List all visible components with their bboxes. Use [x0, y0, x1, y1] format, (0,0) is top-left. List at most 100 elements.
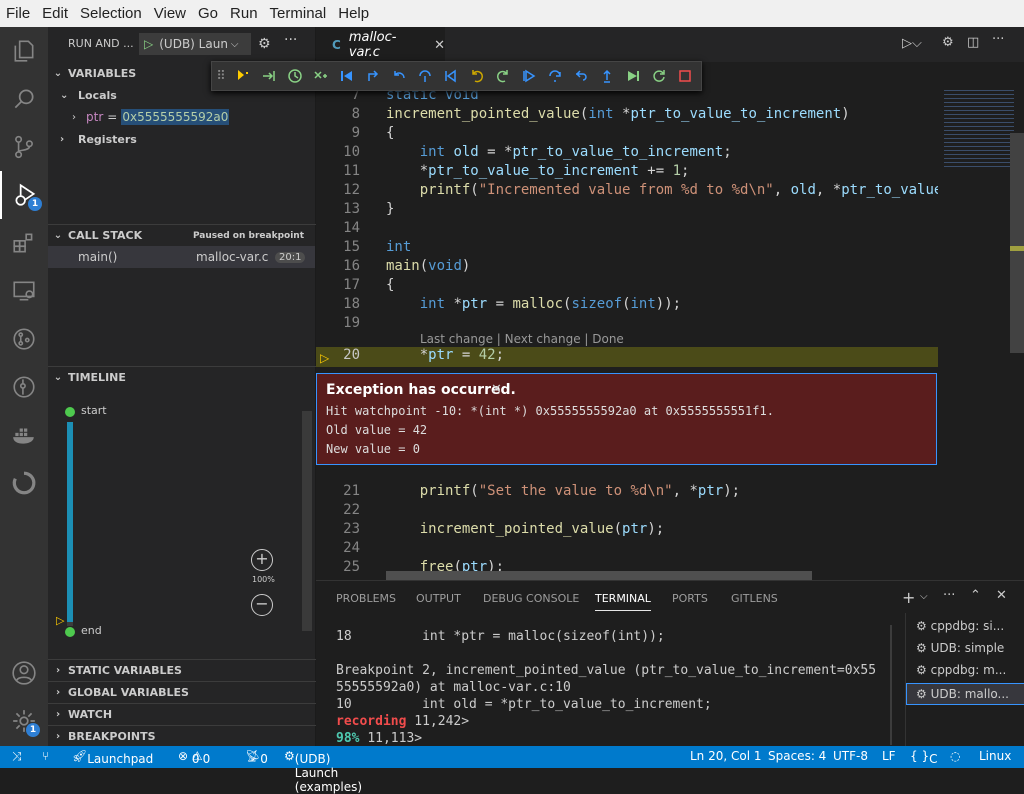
redo-icon[interactable]	[490, 63, 516, 89]
menu-view[interactable]: View	[148, 5, 192, 22]
run-debug-file-icon[interactable]: ▷⌵	[902, 36, 922, 51]
terminal-item-active[interactable]: ⚙ UDB: mallo...	[906, 683, 1024, 705]
terminal-item[interactable]: ⚙ cppdbg: m...	[916, 663, 1006, 677]
reverse-step-over-icon[interactable]	[386, 63, 412, 89]
remote-explorer-icon[interactable]	[0, 267, 48, 315]
timeline-track[interactable]	[67, 422, 73, 626]
close-icon[interactable]: ✕	[996, 588, 1007, 603]
step-over-icon[interactable]	[542, 63, 568, 89]
pull-requests-icon[interactable]	[0, 315, 48, 363]
close-icon[interactable]: ✕	[491, 382, 502, 397]
variable-ptr[interactable]: › ptr = 0x5555555592a0	[72, 106, 230, 128]
debug-toolbar[interactable]: ⠿	[211, 61, 702, 91]
cursor-position[interactable]: Ln 20, Col 1	[690, 749, 762, 763]
tab-terminal[interactable]: TERMINAL	[595, 592, 651, 611]
undo-icon[interactable]	[464, 63, 490, 89]
zoom-out-icon[interactable]: −	[251, 594, 273, 616]
platform[interactable]: Linux	[979, 749, 1011, 763]
menu-file[interactable]: File	[0, 5, 36, 22]
registers-scope[interactable]: › Registers	[60, 128, 137, 150]
menu-terminal[interactable]: Terminal	[264, 5, 333, 22]
sync-icon[interactable]: ◌	[950, 749, 960, 763]
new-terminal-icon[interactable]: +	[902, 588, 915, 607]
tab-debug-console[interactable]: DEBUG CONSOLE	[483, 592, 579, 605]
remote-indicator-icon[interactable]: ⤨	[12, 749, 22, 764]
zoom-in-icon[interactable]: +	[251, 549, 273, 571]
menu-go[interactable]: Go	[192, 5, 224, 22]
launchpad-item[interactable]: 🚀︎ Launchpad	[72, 749, 153, 766]
codelens-changes[interactable]: Last change | Next change | Done	[420, 332, 624, 346]
locals-scope[interactable]: ⌄ Locals	[60, 84, 117, 106]
reverse-step-into-icon[interactable]	[412, 63, 438, 89]
editor-vertical-scrollbar[interactable]	[1010, 133, 1024, 353]
stop-icon[interactable]	[672, 63, 698, 89]
accounts-icon[interactable]	[0, 649, 48, 697]
editor-horizontal-scrollbar[interactable]	[386, 571, 812, 580]
terminal-prompt-progress[interactable]: 98% 11,113>	[336, 731, 422, 746]
tab-malloc-var[interactable]: C malloc-var.c ✕	[316, 27, 445, 62]
split-editor-icon[interactable]: ◫	[967, 35, 979, 50]
reverse-to-start-icon[interactable]	[334, 63, 360, 89]
terminal-scrollbar[interactable]	[890, 625, 892, 745]
timeline-view[interactable]: start ▷ end + 100% −	[48, 389, 316, 647]
language-mode[interactable]: { } C	[910, 749, 937, 766]
minimap[interactable]	[938, 83, 1024, 580]
terminal-prompt-recording[interactable]: recording 11,242>	[336, 714, 469, 729]
terminal-item[interactable]: ⚙ cppdbg: si...	[916, 619, 1004, 633]
global-variables-header[interactable]: › GLOBAL VARIABLES	[48, 681, 316, 703]
extensions-icon[interactable]	[0, 219, 48, 267]
breakpoints-header[interactable]: › BREAKPOINTS	[48, 725, 316, 747]
tab-output[interactable]: OUTPUT	[416, 592, 461, 605]
code-editor[interactable]: 7 static void 8 increment_pointed_value(int…	[316, 83, 938, 580]
watch-header[interactable]: › WATCH	[48, 703, 316, 725]
call-stack-section-header[interactable]: ⌄ CALL STACK Paused on breakpoint	[48, 224, 316, 246]
tab-gitlens[interactable]: GITLENS	[731, 592, 778, 605]
gitlens-icon[interactable]	[0, 363, 48, 411]
explorer-icon[interactable]	[0, 27, 48, 75]
restart-icon[interactable]	[646, 63, 672, 89]
docker-icon[interactable]	[0, 411, 48, 459]
tab-ports[interactable]: PORTS	[672, 592, 708, 605]
encoding[interactable]: UTF-8	[833, 749, 868, 763]
go-to-last-change-icon[interactable]	[230, 63, 256, 89]
step-into-icon[interactable]	[568, 63, 594, 89]
indentation[interactable]: Spaces: 4	[768, 749, 826, 763]
ports-indicator[interactable]: 📡︎ 0	[245, 749, 268, 766]
terminal-item[interactable]: ⚙ UDB: simple	[916, 641, 1004, 655]
static-variables-header[interactable]: › STATIC VARIABLES	[48, 659, 316, 681]
timeline-section-header[interactable]: ⌄ TIMELINE	[48, 366, 316, 388]
menu-run[interactable]: Run	[224, 5, 264, 22]
step-out-icon[interactable]	[594, 63, 620, 89]
tab-problems[interactable]: PROBLEMS	[336, 592, 396, 605]
run-debug-icon[interactable]: 1	[0, 171, 48, 219]
step-forward-icon[interactable]	[256, 63, 282, 89]
chevron-down-icon[interactable]: ⌵	[920, 591, 928, 602]
call-stack-frame-main[interactable]: main() malloc-var.c 20:1	[48, 246, 315, 268]
problems-indicator[interactable]: ⊗ 0 ⚠ 0	[178, 749, 210, 766]
close-icon[interactable]: ✕	[434, 38, 445, 53]
more-actions-icon[interactable]: ···	[284, 32, 297, 48]
history-icon[interactable]	[282, 63, 308, 89]
undo-timeline-icon[interactable]	[0, 459, 48, 507]
more-actions-icon[interactable]: ···	[992, 32, 1004, 47]
menu-edit[interactable]: Edit	[36, 5, 74, 22]
menu-help[interactable]: Help	[332, 5, 375, 22]
continue-icon[interactable]	[516, 63, 542, 89]
source-control-icon[interactable]	[0, 123, 48, 171]
launch-config-dropdown[interactable]: ▷ (UDB) Laun ⌵	[139, 33, 251, 55]
more-actions-icon[interactable]: ···	[943, 588, 955, 603]
menu-selection[interactable]: Selection	[74, 5, 148, 22]
end-of-line[interactable]: LF	[882, 749, 896, 763]
step-out-of-icon[interactable]	[308, 63, 334, 89]
debug-launch-indicator[interactable]: ⚙ (UDB) Launch (examples)	[284, 749, 362, 794]
source-control-icon[interactable]: ⑂	[42, 749, 49, 763]
search-icon[interactable]	[0, 75, 48, 123]
start-debug-icon[interactable]: ▷	[144, 37, 153, 51]
editor-settings-gear-icon[interactable]: ⚙	[942, 35, 954, 50]
maximize-panel-icon[interactable]: ⌃	[970, 588, 981, 603]
timeline-scrollbar[interactable]	[302, 411, 312, 631]
debug-settings-gear-icon[interactable]: ⚙	[258, 36, 271, 52]
drag-handle-icon[interactable]: ⠿	[212, 63, 230, 89]
continue-play-icon[interactable]	[620, 63, 646, 89]
reverse-continue-icon[interactable]	[438, 63, 464, 89]
